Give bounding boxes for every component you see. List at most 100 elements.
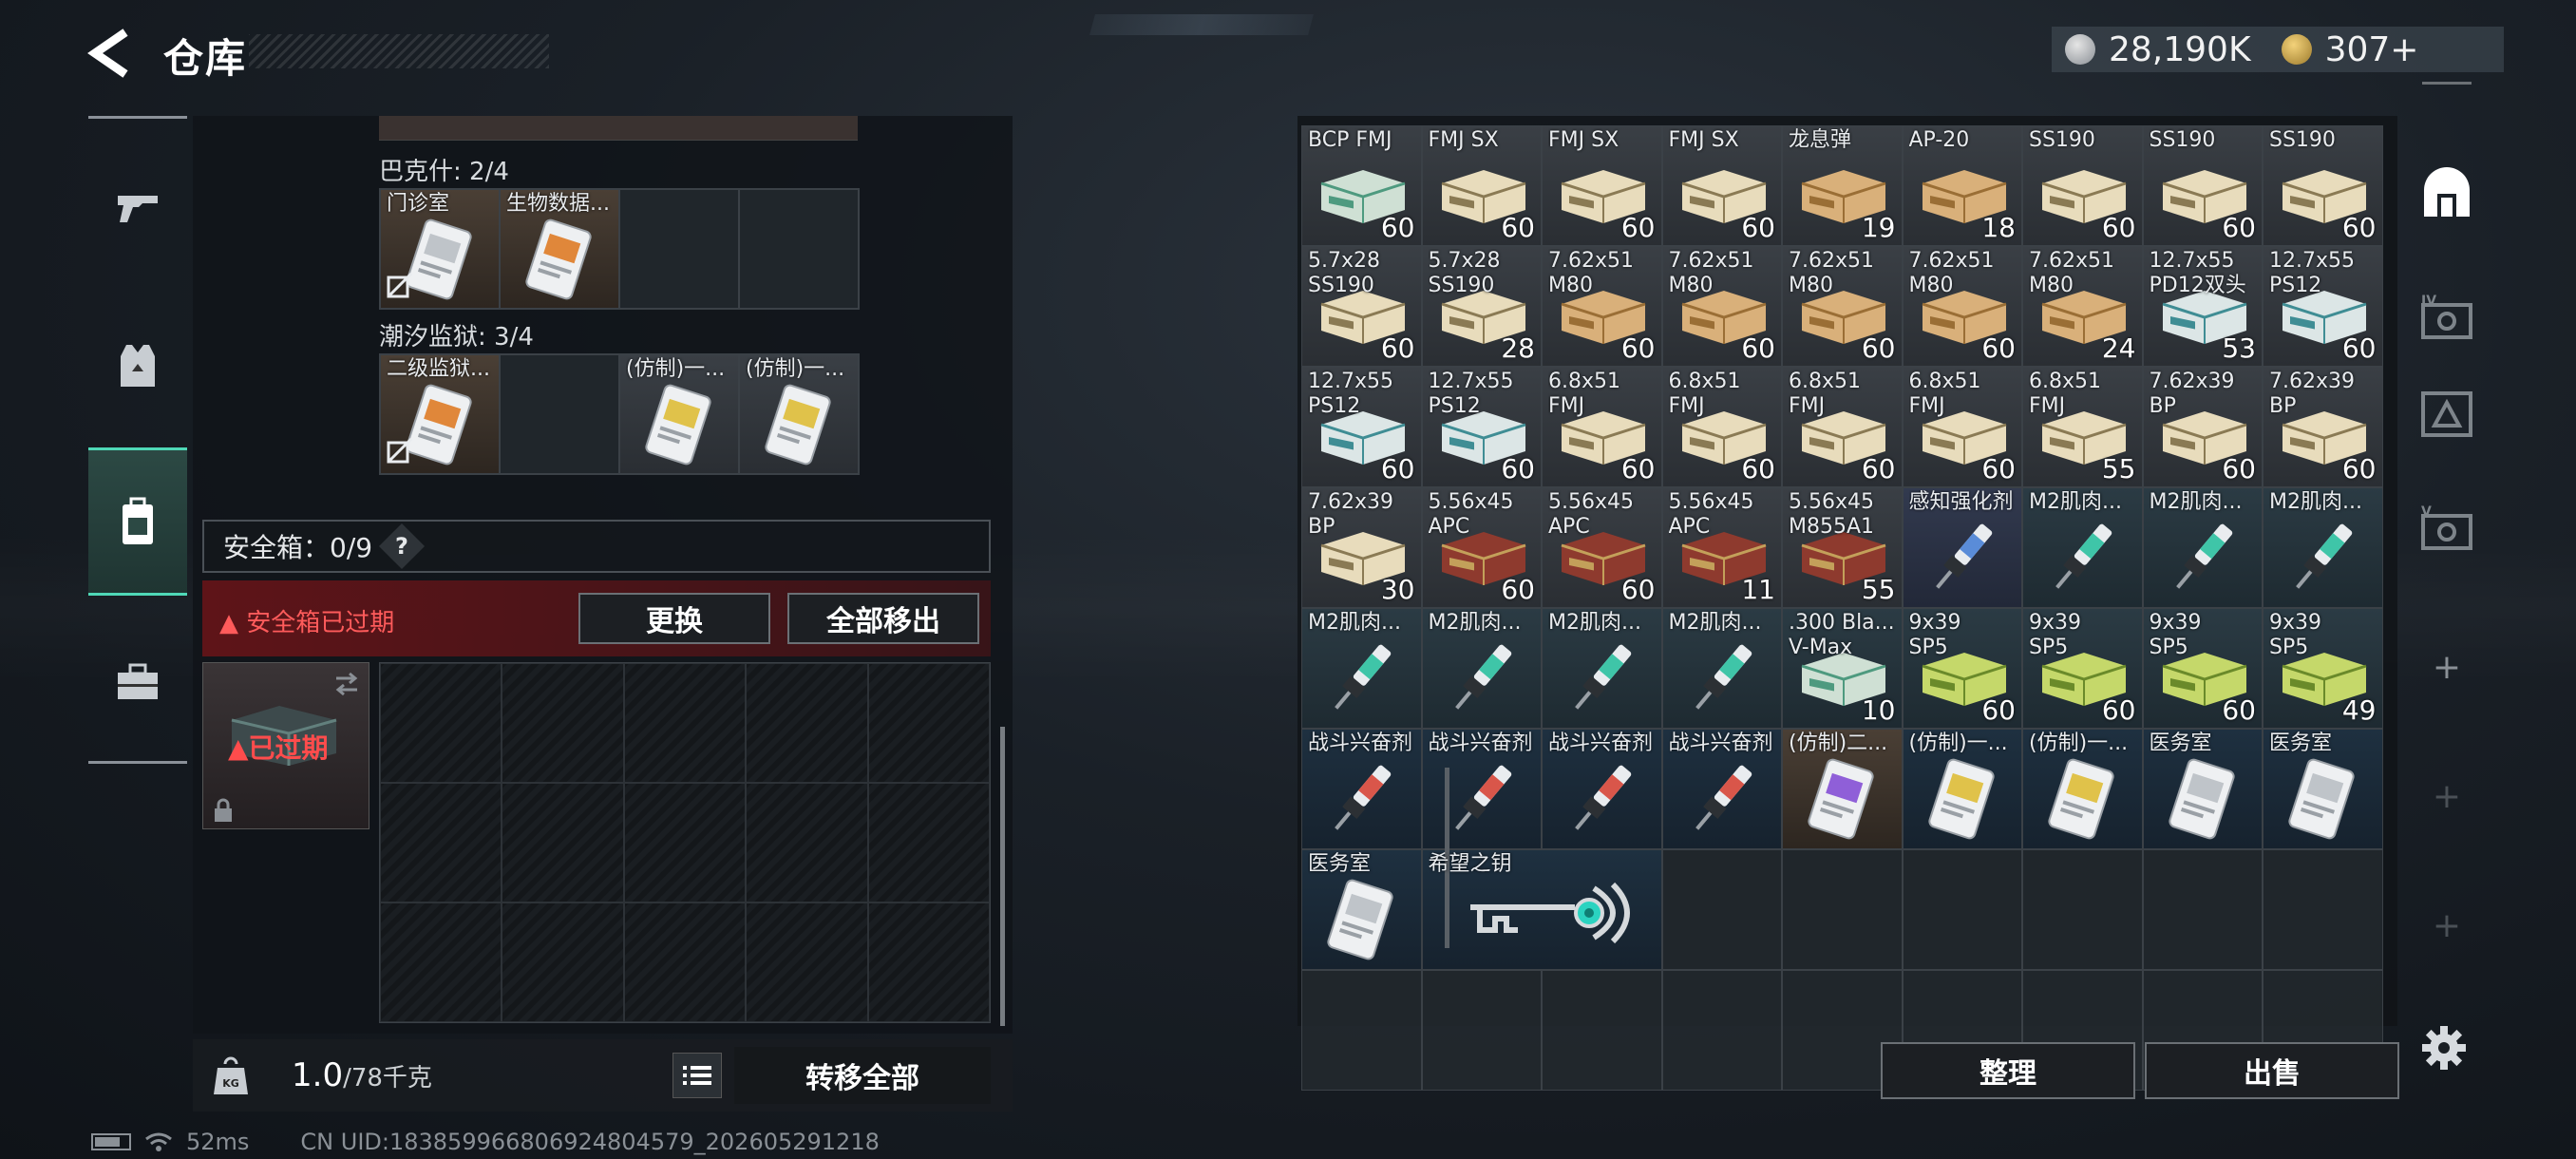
add-container-3[interactable]: + (2409, 887, 2485, 963)
safe-box-slot-cell[interactable] (380, 783, 502, 902)
item-slot[interactable]: 7.62x51 M80 60 (1542, 246, 1662, 367)
sort-button[interactable]: 整理 (1881, 1042, 2135, 1099)
item-slot[interactable]: 7.62x39 BP 60 (2142, 367, 2263, 487)
empty-slot[interactable] (1661, 970, 1782, 1091)
safe-box-slot-cell[interactable] (623, 663, 747, 783)
safe-box-slot-cell[interactable] (867, 663, 990, 783)
safe-box-slot-cell[interactable] (502, 783, 624, 902)
safe-box-slot-cell[interactable] (867, 902, 990, 1022)
item-slot[interactable]: SS190 60 (2142, 125, 2263, 246)
empty-slot[interactable] (500, 354, 619, 474)
safe-box-slot-cell[interactable] (623, 783, 747, 902)
safe-box-slot-cell[interactable] (867, 783, 990, 902)
item-slot[interactable]: 生物数据... (500, 189, 619, 309)
settings-button[interactable] (2420, 1024, 2468, 1072)
container-v[interactable]: V (2409, 490, 2485, 566)
container-stash[interactable] (2409, 156, 2485, 232)
item-slot[interactable]: 7.62x51 M80 60 (1661, 246, 1782, 367)
item-slot[interactable]: (仿制)一... (619, 354, 739, 474)
item-slot[interactable]: M2肌肉... (1542, 608, 1662, 729)
item-slot[interactable]: SS190 60 (2022, 125, 2143, 246)
item-slot[interactable]: 战斗兴奋剂 (1301, 729, 1422, 849)
item-slot[interactable]: 6.8x51 FMJ 55 (2022, 367, 2143, 487)
add-container-1[interactable]: + (2409, 629, 2485, 705)
item-slot[interactable]: .300 Bla... V-Max 10 (1782, 608, 1903, 729)
item-slot[interactable]: M2肌肉... (1661, 608, 1782, 729)
item-slot[interactable]: 战斗兴奋剂 (1421, 729, 1542, 849)
safe-box-slot-cell[interactable] (380, 663, 502, 783)
empty-slot[interactable] (739, 189, 859, 309)
item-slot[interactable]: 6.8x51 FMJ 60 (1542, 367, 1662, 487)
empty-slot[interactable] (1542, 970, 1662, 1091)
empty-slot[interactable] (619, 189, 739, 309)
item-slot[interactable]: 5.56x45 APC 11 (1661, 487, 1782, 608)
item-slot[interactable]: M2肌肉... (2142, 487, 2263, 608)
item-slot[interactable]: 5.7x28 SS190 60 (1301, 246, 1422, 367)
container-iv[interactable]: IV (2409, 279, 2485, 355)
nav-tools[interactable] (88, 630, 187, 734)
item-slot[interactable]: 5.7x28 SS190 28 (1421, 246, 1542, 367)
item-slot[interactable]: 6.8x51 FMJ 60 (1782, 367, 1903, 487)
item-slot[interactable]: 7.62x51 M80 60 (1902, 246, 2022, 367)
item-slot[interactable]: 6.8x51 FMJ 60 (1661, 367, 1782, 487)
empty-slot[interactable] (1782, 849, 1903, 970)
item-slot[interactable]: 龙息弹 19 (1782, 125, 1903, 246)
empty-slot[interactable] (1301, 970, 1422, 1091)
item-slot[interactable]: 医务室 (2263, 729, 2383, 849)
safe-box-slot-cell[interactable] (746, 783, 868, 902)
sell-button[interactable]: 出售 (2145, 1042, 2399, 1099)
item-slot[interactable]: 12.7x55 PS12 60 (1421, 367, 1542, 487)
item-slot[interactable]: (仿制)一... (739, 354, 859, 474)
item-slot[interactable]: 医务室 (1301, 849, 1422, 970)
item-slot[interactable]: (仿制)一... (1902, 729, 2022, 849)
item-slot[interactable]: BCP FMJ 60 (1301, 125, 1422, 246)
item-slot[interactable]: M2肌肉... (1421, 608, 1542, 729)
item-slot[interactable]: AP-20 18 (1902, 125, 2022, 246)
empty-slot[interactable] (2142, 849, 2263, 970)
item-slot[interactable]: 9x39 SP5 60 (2142, 608, 2263, 729)
item-slot[interactable]: 9x39 SP5 60 (1902, 608, 2022, 729)
item-slot[interactable]: 7.62x51 M80 24 (2022, 246, 2143, 367)
empty-slot[interactable] (1661, 849, 1782, 970)
item-slot[interactable]: M2肌肉... (2022, 487, 2143, 608)
empty-slot[interactable] (2263, 849, 2383, 970)
container-warning[interactable] (2409, 376, 2485, 452)
nav-weapons[interactable] (88, 155, 187, 259)
safe-box-slot[interactable]: ▲已过期 (202, 662, 369, 829)
item-slot[interactable]: 医务室 (2142, 729, 2263, 849)
item-slot[interactable]: (仿制)一... (2022, 729, 2143, 849)
item-slot[interactable]: FMJ SX 60 (1542, 125, 1662, 246)
item-slot[interactable]: 战斗兴奋剂 (1542, 729, 1662, 849)
item-slot[interactable]: 7.62x39 BP 60 (2263, 367, 2383, 487)
item-slot[interactable]: 9x39 SP5 49 (2263, 608, 2383, 729)
replace-button[interactable]: 更换 (578, 593, 770, 644)
item-slot[interactable]: FMJ SX 60 (1661, 125, 1782, 246)
gold-coin-amount[interactable]: 307+ (2325, 30, 2419, 69)
empty-slot[interactable] (1421, 970, 1542, 1091)
empty-slot[interactable] (2022, 849, 2143, 970)
item-slot[interactable]: 希望之钥 (1421, 849, 1662, 970)
safe-box-slot-cell[interactable] (380, 902, 502, 1022)
item-slot[interactable]: 7.62x39 BP 30 (1301, 487, 1422, 608)
item-slot[interactable]: 12.7x55 PS12 60 (2263, 246, 2383, 367)
safe-box-slot-cell[interactable] (502, 663, 624, 783)
empty-slot[interactable] (1902, 849, 2022, 970)
safe-box-slot-cell[interactable] (746, 663, 868, 783)
safe-box-slot-cell[interactable] (746, 902, 868, 1022)
item-slot[interactable]: 7.62x51 M80 60 (1782, 246, 1903, 367)
safe-box-slot-cell[interactable] (502, 902, 624, 1022)
item-slot[interactable]: (仿制)二... (1782, 729, 1903, 849)
item-slot[interactable]: 12.7x55 PD12双头 53 (2142, 246, 2263, 367)
add-container-2[interactable]: + (2409, 758, 2485, 834)
safe-box-slot-cell[interactable] (623, 902, 747, 1022)
item-slot[interactable]: 5.56x45 M855A1 55 (1782, 487, 1903, 608)
left-scrollbar[interactable] (1000, 727, 1005, 1026)
item-slot[interactable]: FMJ SX 60 (1421, 125, 1542, 246)
item-slot[interactable]: 12.7x55 PS12 60 (1301, 367, 1422, 487)
remove-all-button[interactable]: 全部移出 (787, 593, 979, 644)
item-slot[interactable]: 5.56x45 APC 60 (1542, 487, 1662, 608)
help-button[interactable]: ? (379, 522, 426, 570)
item-slot[interactable]: 二级监狱... (380, 354, 500, 474)
item-slot[interactable]: 5.56x45 APC 60 (1421, 487, 1542, 608)
item-slot[interactable]: M2肌肉... (1301, 608, 1422, 729)
